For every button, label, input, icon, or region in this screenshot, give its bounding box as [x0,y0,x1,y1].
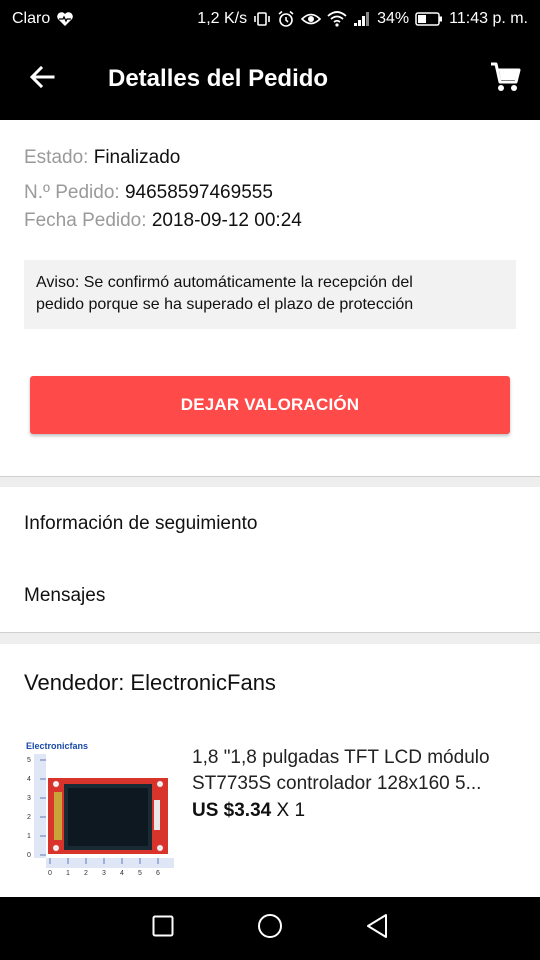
ruler-left-1: 1 [27,833,31,840]
ruler-left-2: 2 [27,814,31,821]
system-nav-bar [0,897,540,960]
status-bar: Claro 1,2 K/s 34% 11:43 p. m. [0,0,540,38]
nav-back-button[interactable] [357,909,397,949]
order-info-section: Estado: Finalizado N.º Pedido: 946585974… [0,120,540,476]
cart-button[interactable] [470,38,540,120]
ruler-bottom-4: 4 [120,870,124,877]
ruler-left-3: 3 [27,795,31,802]
section-gap [0,633,540,644]
product-price: US $3.34 [192,800,272,821]
page-title: Detalles del Pedido [108,65,329,92]
notice-line-1: Aviso: Se confirmó automáticamente la re… [36,274,413,291]
order-status-label: Estado: [24,147,89,168]
product-thumb-logo: Electronicfans [26,741,88,751]
order-date-row: Fecha Pedido: 2018-09-12 00:24 [24,210,302,232]
auto-confirm-notice: Aviso: Se confirmó automáticamente la re… [24,260,516,329]
product-price-row: US $3.34 X 1 [192,800,305,822]
back-button[interactable] [0,38,84,120]
product-title[interactable]: 1,8 "1,8 pulgadas TFT LCD módulo ST7735S… [192,745,522,797]
ruler-bottom-2: 2 [84,870,88,877]
product-image[interactable]: Electronicfans 5 4 3 2 1 0 0 1 2 3 4 5 6 [24,740,176,878]
app-bar: Detalles del Pedido [0,38,540,120]
order-number-label: N.º Pedido: [24,182,120,203]
order-number-value: 94658597469555 [124,182,273,203]
carrier-name: Claro [12,10,51,27]
ruler-left-0: 0 [27,852,31,859]
battery-icon [415,12,443,26]
recent-apps-button[interactable] [143,909,183,949]
notice-line-2: pedido porque se ha superado el plazo de… [36,296,414,313]
product-title-line-1: 1,8 "1,8 pulgadas TFT LCD módulo [192,747,490,768]
arrow-back-icon [29,65,55,94]
home-icon [257,913,283,944]
recent-apps-icon [152,915,174,942]
seller-name[interactable]: Vendedor: ElectronicFans [24,670,276,696]
order-status-value: Finalizado [93,147,181,168]
messages-label: Mensajes [24,585,106,606]
wifi-icon [327,11,347,27]
back-icon [365,913,389,944]
section-gap [0,477,540,487]
eye-icon [301,12,322,26]
tracking-info-item[interactable]: Información de seguimiento [0,488,540,560]
home-button[interactable] [250,909,290,949]
product-title-line-2: ST7735S controlador 128x160 5... [192,773,482,794]
messages-item[interactable]: Mensajes [0,560,540,632]
ruler-bottom-0: 0 [48,870,52,877]
order-number-row: N.º Pedido: 94658597469555 [24,182,273,204]
alarm-icon [277,10,295,28]
ruler-bottom-3: 3 [102,870,106,877]
ruler-left-4: 4 [27,776,31,783]
leave-review-button[interactable]: DEJAR VALORACIÓN [30,376,510,434]
vibrate-icon [253,11,271,27]
ruler-bottom-5: 5 [138,870,142,877]
order-status-row: Estado: Finalizado [24,147,180,169]
heart-pulse-icon [56,11,74,27]
ruler-left-5: 5 [27,757,31,764]
order-date-value: 2018-09-12 00:24 [151,210,302,231]
clock: 11:43 p. m. [449,10,528,27]
signal-icon [353,11,371,27]
battery-percent: 34% [377,10,410,27]
cart-icon [489,61,521,98]
tracking-info-label: Información de seguimiento [24,513,258,534]
ruler-bottom-6: 6 [156,870,160,877]
order-date-label: Fecha Pedido: [24,210,147,231]
network-speed: 1,2 K/s [197,10,248,27]
ruler-bottom-1: 1 [66,870,70,877]
product-quantity: X 1 [276,800,306,821]
